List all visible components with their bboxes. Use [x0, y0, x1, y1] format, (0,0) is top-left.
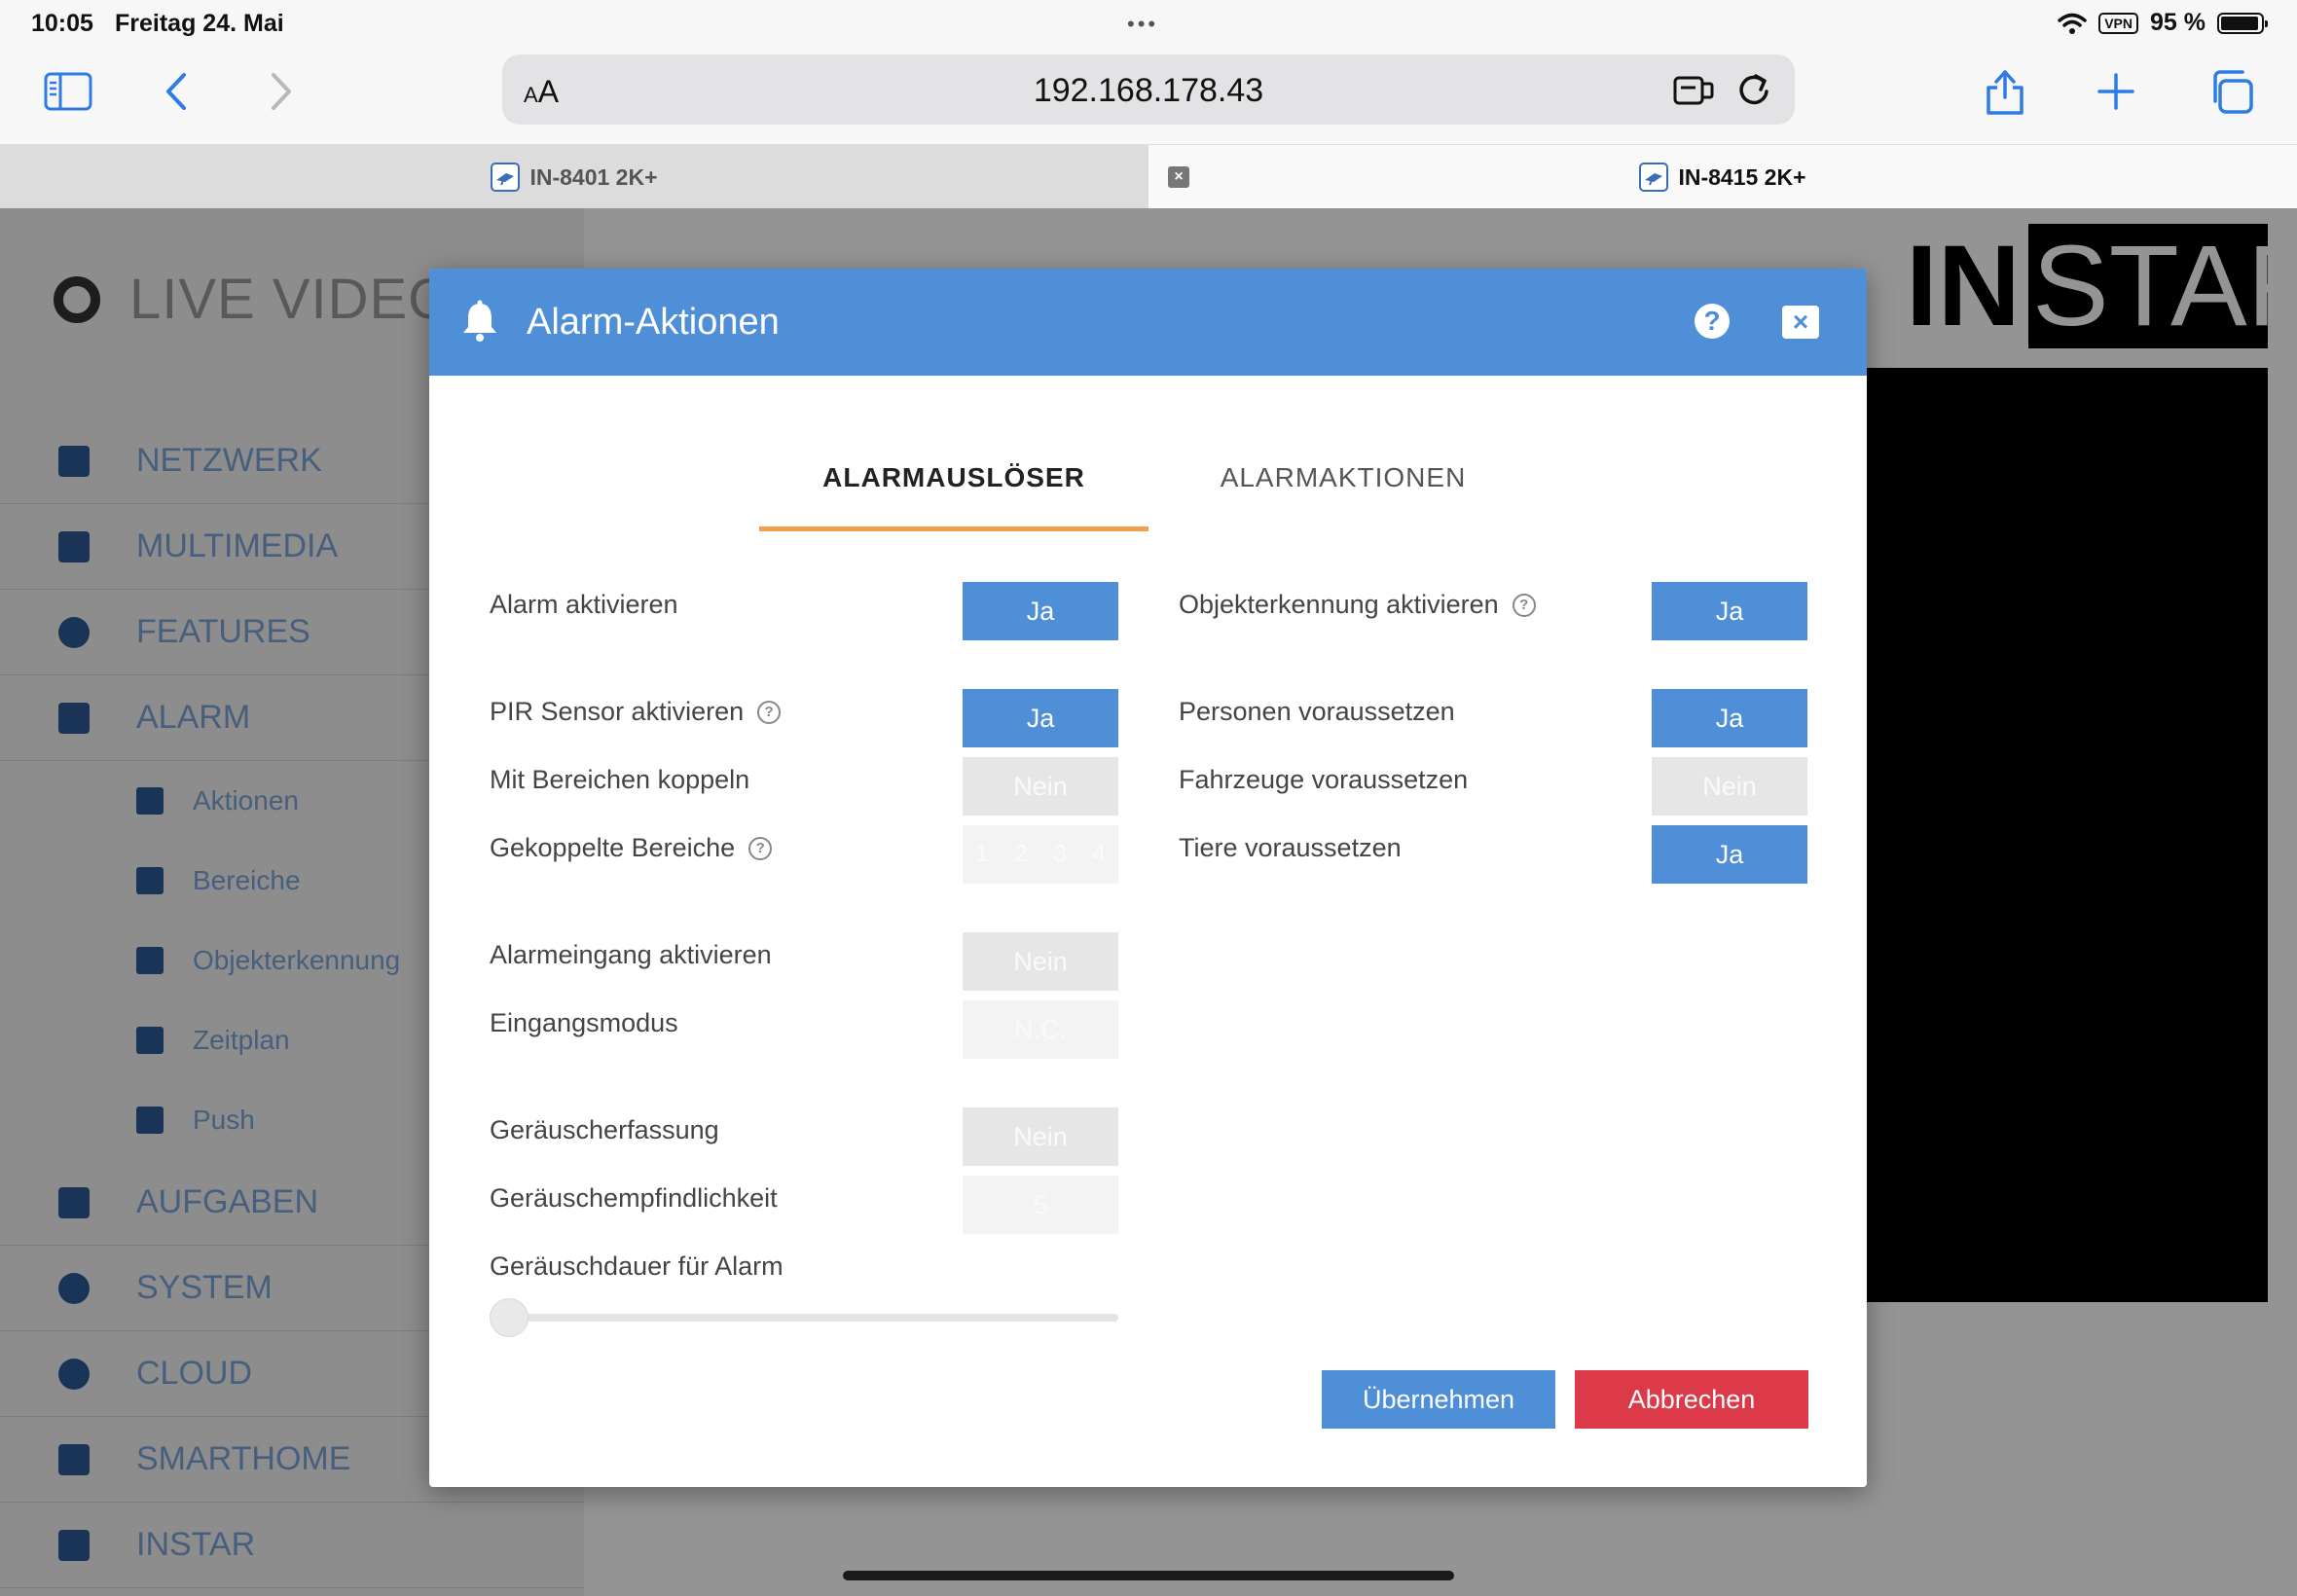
share-icon[interactable]	[1976, 66, 2034, 117]
browser-tab-1[interactable]: IN-8401 2K+	[0, 145, 1148, 209]
back-icon[interactable]	[148, 66, 206, 117]
multitasking-dots-icon[interactable]: •••	[1127, 12, 1158, 37]
tab-alarmausloeser[interactable]: ALARMAUSLÖSER	[759, 453, 1148, 531]
noise-duration-label: Geräuschdauer für Alarm	[490, 1251, 784, 1281]
cancel-button[interactable]: Abbrechen	[1575, 1370, 1808, 1429]
area-3[interactable]: 3	[1053, 841, 1066, 868]
address-url[interactable]: 192.168.178.43	[502, 72, 1795, 110]
persons-label: Personen voraussetzen	[1179, 697, 1455, 726]
battery-icon	[2217, 12, 2268, 34]
pir-enable-label: PIR Sensor aktivieren?	[490, 697, 782, 727]
area-2[interactable]: 2	[1014, 841, 1027, 868]
pir-enable-toggle[interactable]: Ja	[963, 689, 1118, 747]
couple-areas-toggle[interactable]: Nein	[963, 757, 1118, 816]
tab-close-icon[interactable]: ×	[1168, 166, 1189, 188]
vehicles-label: Fahrzeuge voraussetzen	[1179, 765, 1469, 794]
browser-tab-2-label: IN-8415 2K+	[1678, 163, 1806, 190]
alarm-enable-toggle[interactable]: Ja	[963, 582, 1118, 640]
home-indicator[interactable]	[843, 1571, 1454, 1580]
tab-alarmaktionen[interactable]: ALARMAKTIONEN	[1148, 453, 1538, 531]
bell-icon	[460, 300, 499, 347]
alarm-input-toggle[interactable]: Nein	[963, 932, 1118, 991]
alarm-input-label: Alarmeingang aktivieren	[490, 940, 772, 969]
animals-label: Tiere voraussetzen	[1179, 833, 1402, 862]
noise-sensitivity-label: Geräuschempfindlichkeit	[490, 1183, 778, 1213]
reload-icon[interactable]	[1734, 68, 1773, 116]
alarm-enable-label: Alarm aktivieren	[490, 590, 678, 619]
browser-tab-bar: IN-8401 2K+ × IN-8415 2K+	[0, 144, 2297, 209]
instar-favicon-icon	[1639, 163, 1669, 192]
help-circle-icon[interactable]: ?	[1512, 593, 1536, 617]
apply-button[interactable]: Übernehmen	[1322, 1370, 1555, 1429]
persons-toggle[interactable]: Ja	[1652, 689, 1807, 747]
noise-detect-label: Geräuscherfassung	[490, 1115, 719, 1144]
dialog-header: Alarm-Aktionen ? ×	[429, 269, 1867, 376]
noise-duration-slider[interactable]	[490, 1314, 1118, 1322]
animals-toggle[interactable]: Ja	[1652, 825, 1807, 884]
noise-sensitivity-input[interactable]: 5	[963, 1176, 1118, 1234]
status-date: Freitag 24. Mai	[115, 10, 284, 37]
wifi-icon	[2058, 13, 2087, 34]
status-indicators: VPN 95 %	[2058, 9, 2268, 37]
status-bar: 10:05 Freitag 24. Mai ••• VPN 95 %	[0, 0, 2297, 47]
battery-percent: 95 %	[2150, 9, 2206, 36]
browser-tab-1-label: IN-8401 2K+	[529, 163, 658, 190]
dialog-tabs: ALARMAUSLÖSER ALARMAKTIONEN	[759, 453, 1538, 531]
browser-tab-2[interactable]: × IN-8415 2K+	[1148, 145, 2297, 209]
forward-icon[interactable]	[251, 66, 310, 117]
object-detect-toggle[interactable]: Ja	[1652, 582, 1807, 640]
object-detect-label: Objekterkennung aktivieren?	[1179, 590, 1536, 620]
coupled-areas-label: Gekoppelte Bereiche?	[490, 833, 773, 863]
dialog-title: Alarm-Aktionen	[527, 302, 780, 343]
coupled-areas-selector: 1 2 3 4	[963, 825, 1118, 884]
browser-toolbar: AA 192.168.178.43	[0, 47, 2297, 144]
vpn-badge: VPN	[2098, 12, 2139, 34]
input-mode-label: Eingangsmodus	[490, 1008, 678, 1037]
extension-icon[interactable]	[1672, 70, 1715, 114]
input-mode-select[interactable]: N.C.	[963, 1000, 1118, 1059]
area-1[interactable]: 1	[975, 841, 988, 868]
status-time: 10:05	[31, 10, 93, 37]
help-circle-icon[interactable]: ?	[748, 836, 773, 860]
address-bar[interactable]: AA 192.168.178.43	[502, 54, 1795, 125]
instar-favicon-icon	[491, 163, 521, 192]
area-4[interactable]: 4	[1092, 841, 1105, 868]
noise-detect-toggle[interactable]: Nein	[963, 1107, 1118, 1166]
alarm-actions-dialog: Alarm-Aktionen ? × ALARMAUSLÖSER ALARMAK…	[429, 269, 1867, 1487]
tab-overview-icon[interactable]	[2202, 66, 2260, 117]
help-icon[interactable]: ?	[1695, 304, 1730, 339]
new-tab-icon[interactable]	[2087, 66, 2145, 117]
help-circle-icon[interactable]: ?	[757, 700, 782, 724]
sidebar-toggle-icon[interactable]	[39, 66, 97, 117]
noise-duration-slider-handle[interactable]	[490, 1298, 529, 1337]
close-icon[interactable]: ×	[1782, 306, 1819, 339]
vehicles-toggle[interactable]: Nein	[1652, 757, 1807, 816]
couple-areas-label: Mit Bereichen koppeln	[490, 765, 750, 794]
